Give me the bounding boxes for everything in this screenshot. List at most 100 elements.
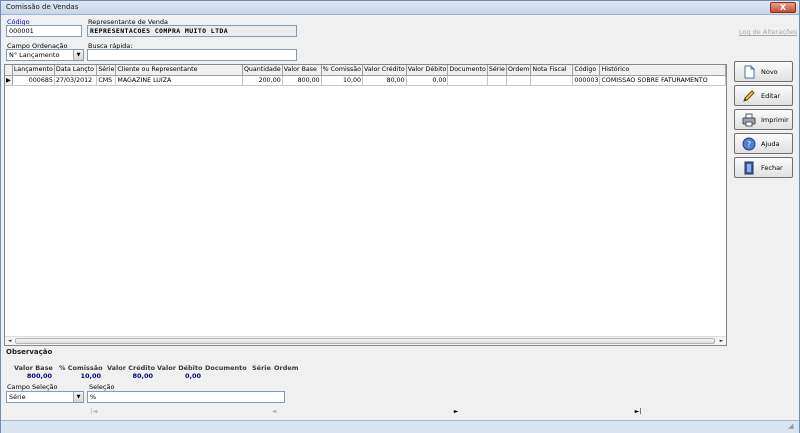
row-pointer-icon: ▶ (5, 75, 13, 86)
printer-icon (742, 113, 756, 127)
total-valor-base-value: 800,00 (26, 372, 52, 380)
editar-label: Editar (761, 92, 781, 100)
prev-record-button[interactable]: ◄ (267, 406, 281, 417)
selecao-input[interactable]: % (87, 391, 285, 403)
total-debito-label: Valor Débito (157, 364, 203, 372)
col-header[interactable]: % Comissão (321, 65, 364, 76)
total-comissao-label: % Comissão (59, 364, 103, 372)
cell-cliente[interactable]: MAGAZINE LUIZA (115, 75, 243, 86)
cell-debito[interactable]: 0,00 (406, 75, 449, 86)
cell-ordem[interactable] (506, 75, 532, 86)
exit-door-icon (744, 161, 754, 175)
ajuda-button[interactable]: ? Ajuda (734, 133, 793, 154)
imprimir-label: Imprimir (761, 116, 789, 124)
window-title: Comissão de Vendas (6, 3, 79, 11)
horizontal-scrollbar[interactable]: ◄ ► (5, 336, 726, 345)
campo-selecao-label: Campo Seleção (7, 383, 58, 391)
total-debito-value: 0,00 (184, 372, 201, 380)
cell-historico[interactable]: COMISSAO SOBRE FATURAMENTO (599, 75, 726, 86)
col-header[interactable]: Valor Base (282, 65, 322, 76)
cell-serie2[interactable] (487, 75, 507, 86)
col-header[interactable]: Nota Fiscal (530, 65, 574, 76)
campo-ordenacao-select[interactable]: N° Lançamento ▼ (6, 49, 84, 61)
fechar-button[interactable]: Fechar (734, 157, 793, 178)
grid-header-row: Lançamento Data Lançto Série Cliente ou … (5, 65, 726, 76)
record-navigator: |◄ ◄ ► ►| (85, 406, 725, 417)
campo-selecao-value: Série (9, 393, 26, 401)
first-record-button[interactable]: |◄ (87, 406, 101, 417)
cell-documento[interactable] (447, 75, 488, 86)
col-header[interactable]: Código (572, 65, 601, 76)
editar-button[interactable]: Editar (734, 85, 793, 106)
selecao-label: Seleção (89, 383, 115, 391)
scroll-thumb[interactable] (15, 338, 715, 344)
total-documento-label: Documento (205, 364, 247, 372)
scroll-right-icon[interactable]: ► (717, 337, 726, 345)
col-header[interactable]: Valor Débito (406, 65, 449, 76)
title-bar: Comissão de Vendas X (1, 1, 799, 15)
main-window: Comissão de Vendas X Código 000001 Repre… (0, 0, 800, 433)
chevron-down-icon[interactable]: ▼ (73, 392, 83, 402)
next-record-button[interactable]: ► (449, 406, 463, 417)
representante-field: REPRESENTACOES COMPRA MUITO LTDA (87, 25, 297, 37)
commission-grid: Lançamento Data Lançto Série Cliente ou … (4, 64, 727, 346)
total-documento: Documento (205, 364, 247, 372)
col-header[interactable]: Quantidade (242, 65, 283, 76)
novo-label: Novo (761, 68, 778, 76)
col-header[interactable]: Série (96, 65, 117, 76)
action-sidebar: Novo Editar Imprimir ? Ajuda Fechar (729, 15, 799, 420)
total-serie: Série (252, 364, 271, 372)
last-record-button[interactable]: ►| (631, 406, 645, 417)
cell-quantidade[interactable]: 200,00 (242, 75, 283, 86)
campo-selecao-select[interactable]: Série ▼ (6, 391, 84, 403)
campo-ordenacao-value: N° Lançamento (9, 51, 60, 59)
total-comissao-value: 10,00 (80, 372, 101, 380)
total-ordem-label: Ordem (274, 364, 299, 372)
total-comissao: % Comissão 10,00 (59, 364, 103, 380)
total-credito-value: 80,00 (132, 372, 153, 380)
observacao-panel: Observação Valor Base 800,00 % Comissão … (4, 347, 727, 381)
close-button[interactable]: X (770, 2, 796, 13)
total-credito: Valor Crédito 80,00 (107, 364, 156, 380)
new-document-icon (744, 65, 755, 79)
observacao-title: Observação (6, 348, 53, 356)
row-indicator-header (5, 65, 13, 76)
cell-data[interactable]: 27/03/2012 (54, 75, 98, 86)
edit-icon (743, 90, 755, 102)
col-header[interactable]: Ordem (506, 65, 532, 76)
codigo-field[interactable]: 000001 (6, 25, 82, 37)
col-header[interactable]: Histórico (599, 65, 726, 76)
busca-input[interactable] (87, 49, 297, 61)
ajuda-label: Ajuda (761, 140, 780, 148)
table-row[interactable]: ▶ 000685 27/03/2012 CMS MAGAZINE LUIZA 2… (5, 75, 726, 86)
status-bar: ◢ (1, 420, 799, 433)
col-header[interactable]: Data Lançto (54, 65, 98, 76)
cell-serie[interactable]: CMS (96, 75, 117, 86)
cell-nota-fiscal[interactable] (530, 75, 574, 86)
cell-codigo[interactable]: 000003 (572, 75, 601, 86)
col-header[interactable]: Valor Crédito (362, 65, 407, 76)
chevron-down-icon[interactable]: ▼ (73, 50, 83, 60)
help-icon: ? (742, 137, 756, 151)
novo-button[interactable]: Novo (734, 61, 793, 82)
total-valor-base: Valor Base 800,00 (14, 364, 53, 380)
col-header[interactable]: Cliente ou Representante (115, 65, 243, 76)
resize-grip-icon[interactable]: ◢ (788, 422, 798, 432)
total-ordem: Ordem (274, 364, 299, 372)
total-debito: Valor Débito 0,00 (157, 364, 203, 380)
col-header[interactable]: Lançamento (12, 65, 55, 76)
grid-table: Lançamento Data Lançto Série Cliente ou … (5, 65, 726, 86)
scroll-left-icon[interactable]: ◄ (5, 337, 14, 345)
cell-valor-base[interactable]: 800,00 (282, 75, 322, 86)
svg-text:?: ? (747, 140, 751, 149)
total-valor-base-label: Valor Base (14, 364, 53, 372)
cell-credito[interactable]: 80,00 (362, 75, 407, 86)
fechar-label: Fechar (761, 164, 783, 172)
cell-comissao[interactable]: 10,00 (321, 75, 364, 86)
imprimir-button[interactable]: Imprimir (734, 109, 793, 130)
col-header[interactable]: Série (487, 65, 507, 76)
total-credito-label: Valor Crédito (107, 364, 156, 372)
total-serie-label: Série (252, 364, 271, 372)
cell-lancamento[interactable]: 000685 (12, 75, 55, 86)
col-header[interactable]: Documento (447, 65, 488, 76)
